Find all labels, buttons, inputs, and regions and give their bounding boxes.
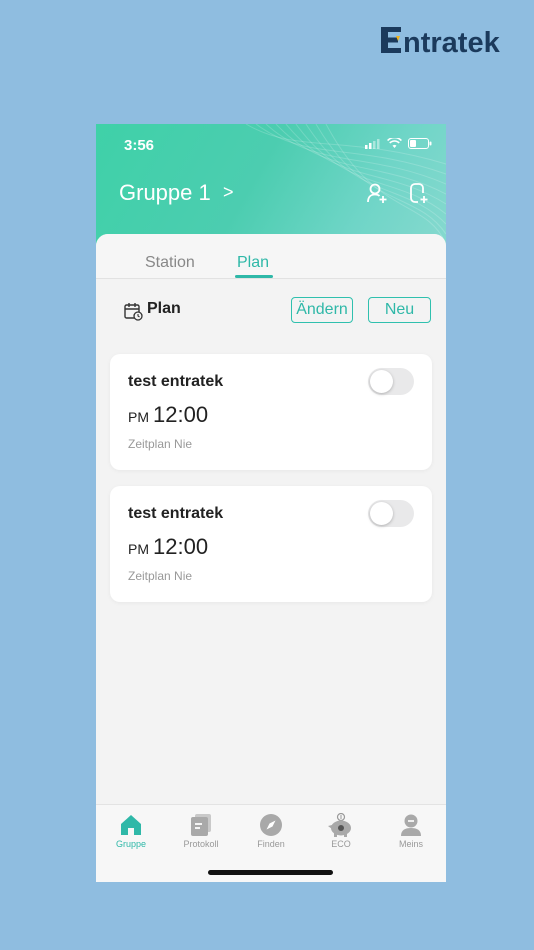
log-icon [191,814,211,836]
tab-label: ECO [331,839,351,849]
compass-icon [260,814,282,836]
piggy-bank-icon [328,813,351,837]
calendar-clock-icon [124,303,143,321]
home-indicator[interactable] [208,870,333,875]
signal-icon [365,138,380,149]
tab-finden[interactable]: Finden [236,813,306,849]
tab-station[interactable]: Station [145,254,195,272]
toggle-knob [370,502,393,525]
plan-section-header: Plan Ändern Neu [96,294,446,324]
home-icon [121,815,141,835]
schedule-repeat: Zeitplan Nie [128,437,193,451]
profile-icon [401,814,421,836]
tab-protokoll[interactable]: Protokoll [166,813,236,849]
status-time: 3:56 [124,137,155,154]
schedule-time: PM 12:00 [128,534,208,560]
edit-button[interactable]: Ändern [291,297,353,323]
add-user-icon [367,183,387,203]
plan-section-label: Plan [147,300,181,317]
schedule-ampm: PM [128,541,149,557]
tab-gruppe[interactable]: Gruppe [96,813,166,849]
tab-active-indicator [235,275,273,278]
schedule-name: test entratek [128,505,224,522]
tab-eco[interactable]: ECO [306,813,376,849]
tab-label: Finden [257,839,285,849]
schedule-clock: 12:00 [153,402,209,427]
schedule-clock: 12:00 [153,534,209,559]
schedule-toggle[interactable] [368,368,414,395]
svg-text:ntratek: ntratek [403,27,501,56]
new-button[interactable]: Neu [368,297,431,323]
tab-label: Gruppe [115,839,147,849]
schedule-time: PM 12:00 [128,402,208,428]
schedule-card[interactable]: test entratek PM 12:00 Zeitplan Nie [110,486,432,602]
entratek-logo: ntratek [379,24,524,56]
tab-plan[interactable]: Plan [237,254,269,272]
phone-screen: 3:56 Gruppe 1 > Station Plan Plan Ändern… [96,124,446,882]
app-header: 3:56 Gruppe 1 > [96,124,446,249]
tab-label: Protokoll [183,839,219,849]
add-user-button[interactable] [366,182,390,206]
main-content: Station Plan Plan Ändern Neu test entrat… [96,234,446,882]
schedule-toggle[interactable] [368,500,414,527]
group-title[interactable]: Gruppe 1 [119,180,211,206]
schedule-ampm: PM [128,409,149,425]
tab-meins[interactable]: Meins [376,813,446,849]
status-icons [365,138,432,149]
schedule-repeat: Zeitplan Nie [128,569,193,583]
wifi-icon [387,138,402,148]
add-device-button[interactable] [407,182,431,206]
schedule-name: test entratek [128,373,224,390]
toggle-knob [370,370,393,393]
chevron-right-icon[interactable]: > [223,182,234,203]
schedule-card[interactable]: test entratek PM 12:00 Zeitplan Nie [110,354,432,470]
tab-label: Meins [398,839,423,849]
tab-bar-top: Station Plan [96,234,446,279]
battery-icon [408,138,432,149]
add-device-icon [410,183,428,203]
